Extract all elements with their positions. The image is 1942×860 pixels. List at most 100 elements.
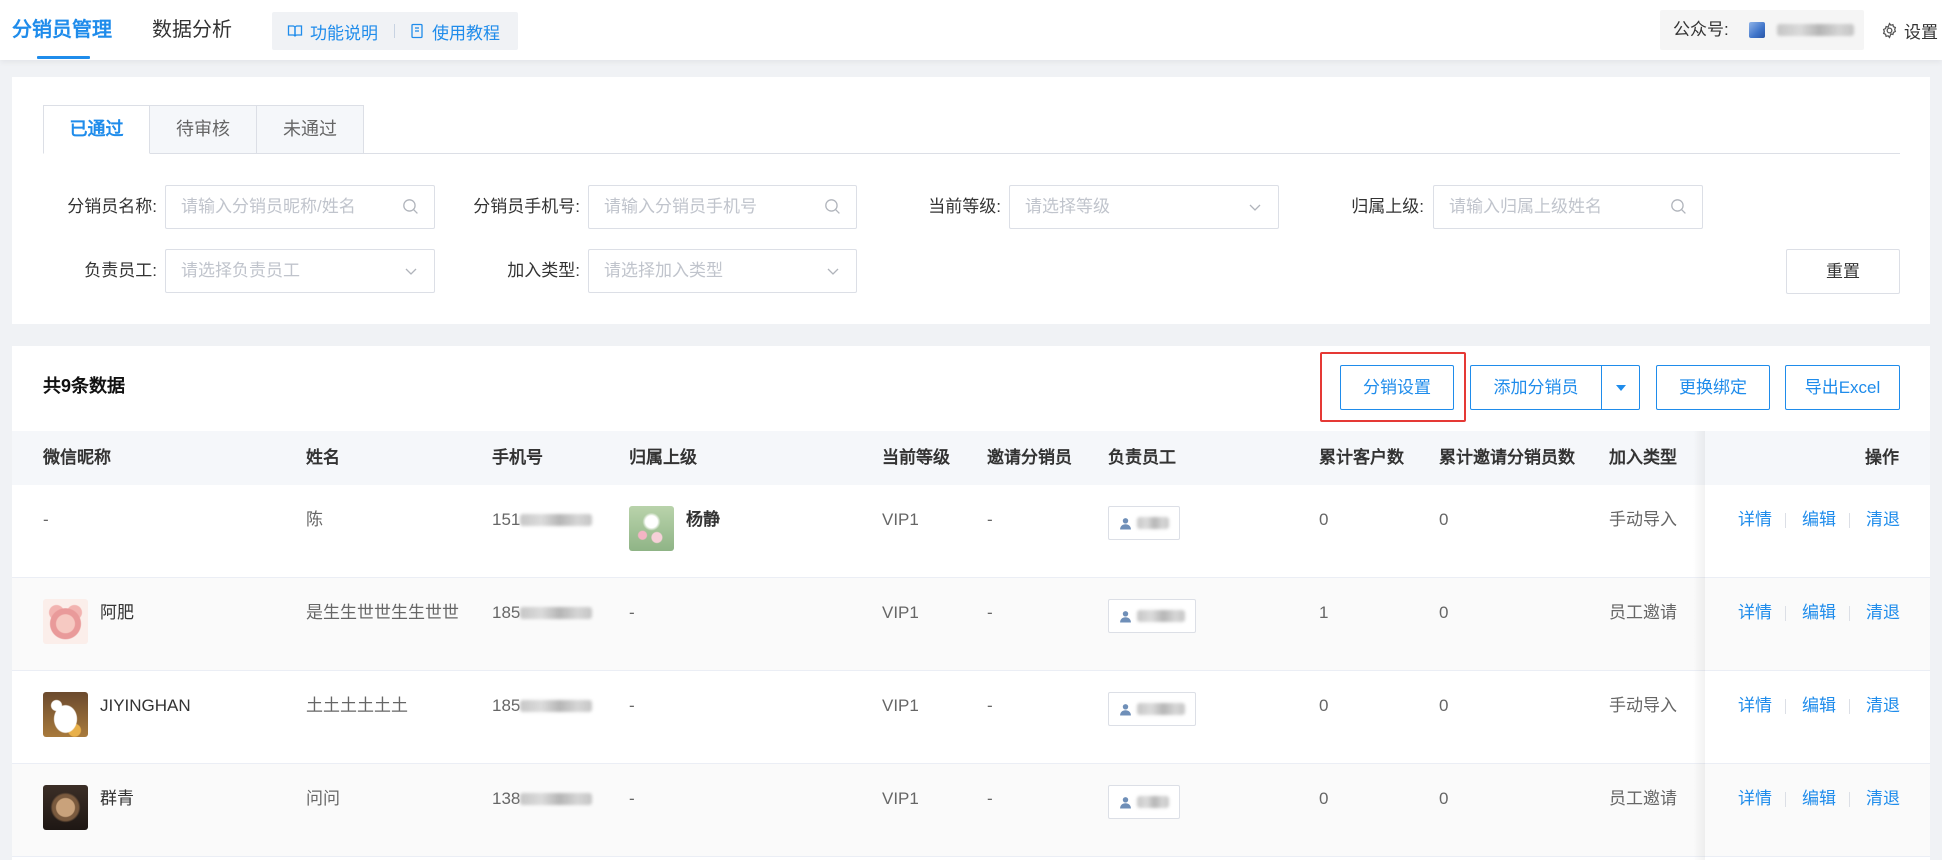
avatar	[43, 599, 88, 644]
staff-tag	[1108, 692, 1196, 726]
blurred-staff-name	[1137, 703, 1185, 715]
distributor-phone-field	[588, 185, 857, 229]
remove-link[interactable]: 清退	[1866, 788, 1900, 810]
distributor-name-label: 分销员名称:	[67, 197, 157, 216]
current-level-select[interactable]: 请选择等级	[1009, 185, 1279, 229]
chevron-down-icon	[825, 263, 841, 279]
avatar	[43, 692, 88, 737]
top-navigation-bar: 分销员管理 数据分析 功能说明 使用教程 公众号: 设置	[0, 0, 1942, 60]
user-icon	[1119, 703, 1132, 716]
highlight-outline	[1320, 352, 1466, 422]
book-icon	[287, 23, 303, 39]
tab-distributor-management[interactable]: 分销员管理	[12, 16, 112, 44]
tab-data-analysis[interactable]: 数据分析	[152, 16, 232, 44]
action-divider	[1849, 792, 1850, 807]
inviter-text: -	[987, 696, 993, 715]
action-divider	[1849, 699, 1850, 714]
remove-link[interactable]: 清退	[1866, 509, 1900, 531]
edit-link[interactable]: 编辑	[1802, 602, 1836, 624]
detail-link[interactable]: 详情	[1738, 788, 1772, 810]
join-type-text: 员工邀请	[1609, 789, 1677, 808]
tab-pending-review[interactable]: 待审核	[149, 105, 257, 154]
join-type-text: 手动导入	[1609, 696, 1677, 715]
filter-panel: 已通过 待审核 未通过 分销员名称: 分销员手机号: 当前等级: 请选择等级 归…	[12, 77, 1930, 324]
search-icon[interactable]	[1670, 198, 1687, 215]
nickname-text: 阿肥	[100, 603, 134, 622]
parent-name-text: -	[629, 603, 635, 622]
inviter-text: -	[987, 510, 993, 529]
action-divider	[1849, 606, 1850, 621]
customer-count-text: 0	[1319, 789, 1329, 808]
inviter-text: -	[987, 603, 993, 622]
nickname-text: JIYINGHAN	[100, 696, 191, 715]
row-divider	[12, 856, 1930, 857]
table-row: 群青 问问 138 - VIP1 - 0 0 员工邀请 详情 编辑 清退	[12, 764, 1930, 857]
avatar	[43, 785, 88, 830]
account-label: 公众号:	[1673, 20, 1729, 39]
parent-name-text: 杨静	[686, 510, 720, 529]
avatar	[629, 506, 674, 551]
fixed-column-shadow	[1693, 431, 1705, 860]
tab-rejected[interactable]: 未通过	[256, 105, 364, 154]
user-icon	[1119, 796, 1132, 809]
level-text: VIP1	[882, 510, 919, 529]
blurred-phone-digits	[520, 700, 592, 712]
chevron-down-icon	[403, 263, 419, 279]
table-body: - 陈 151 杨静 VIP1-0 0 手动导入 详情 编辑 清退 阿肥 是生生世世生生世世 185- V…	[12, 346, 1930, 860]
customer-count-text: 1	[1319, 603, 1329, 622]
document-icon	[409, 23, 425, 39]
settings-label: 设置	[1904, 22, 1938, 42]
distributor-name-field	[165, 185, 435, 229]
search-icon[interactable]	[824, 198, 841, 215]
parent-distributor-label: 归属上级:	[1351, 197, 1424, 216]
action-divider	[1785, 513, 1786, 528]
name-text: 土土土土土土	[306, 696, 408, 715]
distributor-name-input[interactable]	[166, 186, 434, 228]
official-account-selector[interactable]: 公众号:	[1660, 10, 1864, 50]
account-avatar-icon	[1749, 22, 1765, 38]
current-level-placeholder: 请选择等级	[1025, 197, 1110, 216]
feature-description-label: 功能说明	[310, 23, 378, 43]
staff-select[interactable]: 请选择负责员工	[165, 249, 435, 293]
phone-text: 151	[492, 510, 521, 529]
feature-description-link[interactable]: 功能说明	[287, 12, 378, 50]
remove-link[interactable]: 清退	[1866, 602, 1900, 624]
tab-approved[interactable]: 已通过	[43, 105, 150, 154]
detail-link[interactable]: 详情	[1738, 602, 1772, 624]
blurred-staff-name	[1137, 796, 1169, 808]
distributor-list-panel: 共9条数据 分销设置 添加分销员 更换绑定 导出Excel 微信昵称 姓名 手机号归…	[12, 346, 1930, 860]
remove-link[interactable]: 清退	[1866, 695, 1900, 717]
join-type-label: 加入类型:	[507, 261, 580, 280]
search-icon[interactable]	[402, 198, 419, 215]
distributor-phone-input[interactable]	[589, 186, 856, 228]
table-row: JIYINGHAN 土土土土土土 185 - VIP1 - 0 0 手动导入 详情 编辑 清退	[12, 671, 1930, 764]
settings-button[interactable]: 设置	[1881, 0, 1938, 60]
parent-distributor-field	[1433, 185, 1703, 229]
invite-count-text: 0	[1439, 603, 1449, 622]
user-icon	[1119, 517, 1132, 530]
help-divider	[394, 24, 395, 38]
detail-link[interactable]: 详情	[1738, 509, 1772, 531]
invite-count-text: 0	[1439, 789, 1449, 808]
user-icon	[1119, 610, 1132, 623]
parent-distributor-input[interactable]	[1434, 186, 1702, 228]
edit-link[interactable]: 编辑	[1802, 695, 1836, 717]
action-divider	[1785, 699, 1786, 714]
invite-count-text: 0	[1439, 696, 1449, 715]
detail-link[interactable]: 详情	[1738, 695, 1772, 717]
name-text: 是生生世世生生世世	[306, 603, 459, 622]
customer-count-text: 0	[1319, 510, 1329, 529]
join-type-select[interactable]: 请选择加入类型	[588, 249, 857, 293]
blurred-staff-name	[1137, 517, 1169, 529]
tutorial-link[interactable]: 使用教程	[409, 12, 500, 50]
table-row: 阿肥 是生生世世生生世世 185 - VIP1 - 1 0 员工邀请 详情 编辑 清退	[12, 578, 1930, 671]
inviter-text: -	[987, 789, 993, 808]
edit-link[interactable]: 编辑	[1802, 788, 1836, 810]
edit-link[interactable]: 编辑	[1802, 509, 1836, 531]
table-row: - 陈 151 杨静 VIP1 - 0 0 手动导入 详情 编辑 清退	[12, 485, 1930, 578]
action-divider	[1785, 792, 1786, 807]
current-level-label: 当前等级:	[928, 197, 1001, 216]
reset-button[interactable]: 重置	[1786, 249, 1900, 294]
phone-text: 138	[492, 789, 521, 808]
parent-name-text: -	[629, 696, 635, 715]
